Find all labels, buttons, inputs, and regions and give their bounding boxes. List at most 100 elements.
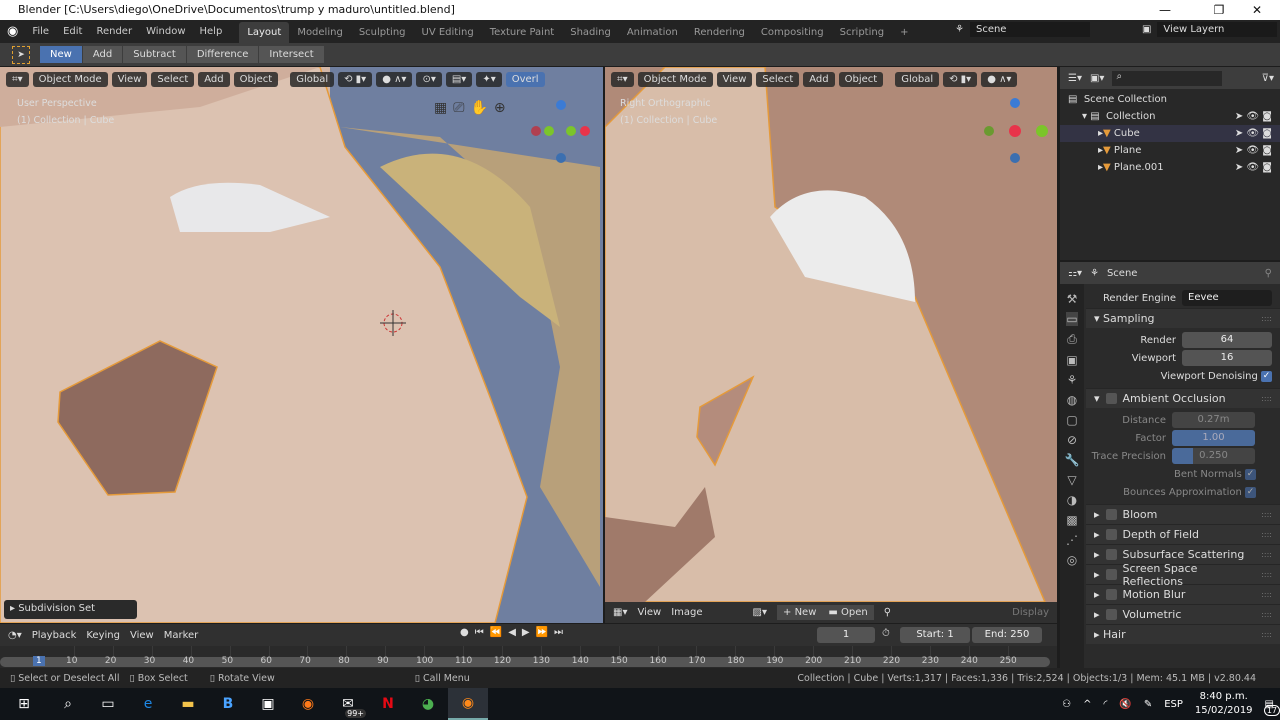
keying-menu[interactable]: Keying — [86, 630, 120, 641]
grid-icon[interactable]: ▦ — [434, 100, 447, 116]
wifi-icon[interactable]: ◜ — [1103, 699, 1107, 710]
chrome-icon[interactable]: ◕ — [408, 688, 448, 720]
display-dropdown[interactable]: Display — [1012, 607, 1049, 618]
mode-dropdown[interactable]: Object Mode — [637, 71, 713, 87]
tab-shading[interactable]: Shading — [562, 22, 619, 43]
render-tab-icon[interactable]: ▭ — [1066, 312, 1078, 326]
gizmo-icon[interactable]: ✦▾ — [476, 71, 502, 87]
menu-window[interactable]: Window — [139, 26, 192, 37]
world-tab-icon[interactable]: ◍ — [1067, 393, 1077, 407]
hand-pan-icon[interactable]: ✋ — [470, 100, 487, 116]
menu-help[interactable]: Help — [193, 26, 230, 37]
pen-icon[interactable]: ✎ — [1144, 699, 1152, 710]
tab-rendering[interactable]: Rendering — [686, 22, 753, 43]
outliner-collection[interactable]: ▾ ▤ Collection ➤ 👁 ◙ — [1060, 108, 1280, 125]
outliner-item-cube[interactable]: ▸ ▼ Cube ➤ 👁 ◙ — [1060, 125, 1280, 142]
playback-menu[interactable]: Playback — [32, 630, 77, 641]
section-header[interactable]: ▸ Screen Space Reflections:::: — [1086, 562, 1280, 588]
timeline-ruler[interactable]: 1 10 20 30 40 50 60 70 80 90 100 110 120 130 140 150 16… — [0, 646, 1057, 668]
ao-checkbox[interactable] — [1105, 393, 1117, 404]
scene-icon[interactable]: ⚘ — [955, 24, 964, 35]
filter-icon[interactable]: ⊽▾ — [1262, 73, 1274, 84]
section-header[interactable]: ▸ Depth of Field:::: — [1086, 524, 1280, 544]
mode-add-button[interactable]: Add — [82, 46, 124, 63]
jump-start-icon[interactable]: ⏮ — [475, 627, 484, 638]
render-samples-field[interactable]: 64 — [1182, 332, 1272, 348]
select-box-tool-icon[interactable]: ➤ — [12, 45, 30, 64]
object-menu[interactable]: Object — [233, 71, 279, 87]
viewport-left[interactable]: ⌗▾ Object Mode View Select Add Object Gl… — [0, 67, 603, 623]
language-indicator[interactable]: ESP — [1164, 699, 1183, 710]
bent-normals-checkbox[interactable]: ✓ — [1245, 468, 1256, 480]
ao-section-header[interactable]: ▾ Ambient Occlusion:::: — [1086, 388, 1280, 408]
orientation-dropdown[interactable]: Global — [290, 71, 335, 87]
select-menu[interactable]: Select — [151, 71, 195, 87]
next-key-icon[interactable]: ⏩ — [536, 627, 548, 638]
volume-muted-icon[interactable]: 🔇 — [1119, 699, 1131, 710]
marker-menu[interactable]: Marker — [164, 630, 199, 641]
netflix-icon[interactable]: N — [368, 688, 408, 720]
store-icon[interactable]: ▣ — [248, 688, 288, 720]
axis-gizmo[interactable] — [980, 95, 1050, 165]
object-menu[interactable]: Object — [838, 71, 884, 87]
proportional-edit-icon[interactable]: ● ∧▾ — [981, 71, 1018, 87]
output-tab-icon[interactable]: ⎙ — [1067, 332, 1077, 347]
bounces-approximation-checkbox[interactable]: ✓ — [1245, 486, 1256, 498]
snap-icon[interactable]: ⟲ ▮▾ — [338, 71, 373, 87]
snap-icon[interactable]: ⟲ ▮▾ — [943, 71, 978, 87]
editor-type-icon[interactable]: ◔▾ — [8, 630, 22, 641]
start-frame-field[interactable]: Start: 1 — [900, 627, 970, 643]
trace-precision-slider[interactable]: 0.250 — [1172, 448, 1255, 464]
tab-texture-paint[interactable]: Texture Paint — [482, 22, 563, 43]
prev-key-icon[interactable]: ⏪ — [490, 627, 502, 638]
view-layer-tab-icon[interactable]: ▣ — [1066, 353, 1077, 367]
blender-taskbar-icon[interactable]: ◉ — [448, 688, 488, 720]
mode-difference-button[interactable]: Difference — [186, 46, 260, 63]
pivot-icon[interactable]: ⊙▾ — [416, 71, 442, 87]
modifier-tab-icon[interactable]: 🔧 — [1065, 453, 1080, 467]
section-header[interactable]: ▸ Volumetric:::: — [1086, 604, 1280, 624]
outliner-scene-collection[interactable]: ▤ Scene Collection — [1060, 91, 1280, 108]
mode-intersect-button[interactable]: Intersect — [259, 46, 325, 63]
section-checkbox[interactable] — [1105, 589, 1117, 600]
play-icon[interactable]: ▶ — [522, 627, 530, 638]
image-browse-icon[interactable]: ▨▾ — [753, 607, 767, 618]
visibility-icons[interactable]: ➤ 👁 ◙ — [1235, 145, 1272, 156]
record-icon[interactable]: ● — [460, 627, 469, 638]
data-tab-icon[interactable]: ▽ — [1067, 473, 1076, 487]
section-checkbox[interactable] — [1105, 529, 1117, 540]
hair-section-header[interactable]: ▸ Hair:::: — [1086, 624, 1280, 644]
add-workspace-button[interactable]: + — [892, 22, 916, 43]
stopwatch-icon[interactable]: ⏱ — [882, 628, 890, 639]
tab-layout[interactable]: Layout — [239, 22, 290, 43]
task-view-icon[interactable]: ▭ — [88, 688, 128, 720]
display-mode-icon[interactable]: ☰▾ — [1068, 73, 1082, 84]
outliner-item-plane-001[interactable]: ▸ ▼ Plane.001 ➤ 👁 ◙ — [1060, 159, 1280, 176]
mode-new-button[interactable]: New — [40, 46, 83, 63]
mode-dropdown[interactable]: Object Mode — [32, 71, 108, 87]
editor-type-icon[interactable]: ⌗▾ — [6, 71, 29, 87]
clock[interactable]: 8:40 p.m. 15/02/2019 — [1195, 690, 1253, 718]
render-engine-dropdown[interactable]: Eevee — [1182, 290, 1272, 306]
texture-tab-icon[interactable]: ▩ — [1066, 513, 1077, 527]
zoom-icon[interactable]: ⊕ — [494, 100, 506, 116]
jump-end-icon[interactable]: ⏭ — [554, 627, 563, 638]
physics-tab-icon[interactable]: ◎ — [1067, 553, 1077, 567]
windows-start-icon[interactable]: ⊞ — [0, 688, 48, 720]
pin-icon[interactable]: ⚲ — [1265, 268, 1272, 279]
section-header[interactable]: ▸ Bloom:::: — [1086, 504, 1280, 524]
scene-tab-icon[interactable]: ⚘ — [1067, 373, 1078, 387]
editor-type-icon[interactable]: ⚏▾ — [1068, 268, 1082, 279]
distance-field[interactable]: 0.27m — [1172, 412, 1255, 428]
tab-compositing[interactable]: Compositing — [753, 22, 832, 43]
file-explorer-icon[interactable]: ▬ — [168, 688, 208, 720]
editor-type-icon[interactable]: ▦▾ — [613, 607, 627, 618]
add-menu[interactable]: Add — [803, 71, 835, 87]
open-image-button[interactable]: ▬ Open — [822, 605, 874, 620]
close-button[interactable]: ✕ — [1234, 0, 1280, 20]
section-checkbox[interactable] — [1105, 569, 1117, 580]
camera-icon[interactable]: ⎚ — [453, 100, 464, 116]
visibility-icons[interactable]: ➤ 👁 ◙ — [1235, 162, 1272, 173]
visibility-icons[interactable]: ➤ 👁 ◙ — [1235, 128, 1272, 139]
pin-icon[interactable]: ⚲ — [884, 607, 891, 618]
